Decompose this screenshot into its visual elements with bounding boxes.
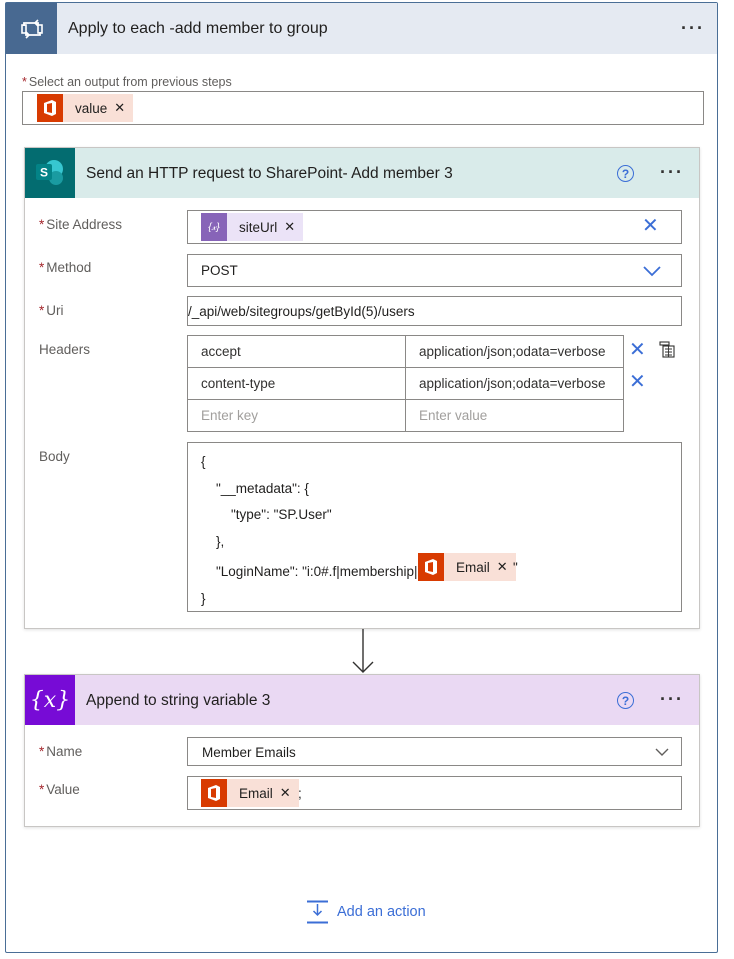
method-label: * Method — [39, 260, 91, 275]
site-address-field[interactable]: {𝓍} siteUrl ✕ ✕ — [187, 210, 682, 244]
uri-value: /_api/web/sitegroups/getById(5)/users — [188, 304, 415, 319]
body-editor[interactable]: { "__metadata": { "type": "SP.User" }, "… — [187, 442, 682, 612]
value-label-text: Value — [46, 782, 80, 797]
required-mark: * — [22, 75, 27, 89]
email-token-label: Email — [239, 785, 273, 801]
email-token[interactable]: Email ✕ — [201, 779, 299, 807]
office-icon — [37, 94, 63, 122]
add-action-button[interactable]: Add an action — [306, 900, 426, 924]
help-icon[interactable]: ? — [617, 165, 634, 182]
required-mark: * — [39, 744, 45, 759]
append-variable-card: {x} Append to string variable 3 ? ··· * N… — [24, 674, 700, 827]
required-mark: * — [39, 303, 45, 318]
http-card-title: Send an HTTP request to SharePoint- Add … — [86, 165, 453, 182]
body-line: } — [201, 591, 206, 606]
http-request-card: S Send an HTTP request to SharePoint- Ad… — [24, 147, 700, 629]
body-line: "__metadata": { — [216, 481, 309, 496]
body-line: }, — [216, 534, 225, 549]
value-token[interactable]: value ✕ — [37, 94, 134, 122]
more-options-icon[interactable]: ··· — [660, 690, 684, 708]
required-mark: * — [39, 217, 45, 232]
delete-row-icon[interactable]: ✕ — [629, 372, 646, 392]
apply-to-each-title: Apply to each -add member to group — [68, 20, 328, 37]
headers-label: Headers — [39, 342, 91, 357]
body-line: { — [201, 454, 206, 469]
uri-label: * Uri — [39, 303, 64, 318]
name-dropdown[interactable]: Member Emails — [187, 737, 682, 766]
select-output-label-text: Select an output from previous steps — [28, 75, 232, 89]
variable-card-title: Append to string variable 3 — [86, 692, 271, 709]
delete-row-icon[interactable]: ✕ — [629, 340, 646, 360]
remove-token-icon[interactable]: ✕ — [284, 219, 295, 235]
office-icon — [201, 779, 227, 807]
siteurl-token-label: siteUrl — [239, 219, 278, 235]
expression-icon: {𝓍} — [201, 213, 227, 241]
value-label: * Value — [39, 782, 80, 797]
more-options-icon[interactable]: ··· — [681, 19, 705, 37]
variable-icon-glyph: {x} — [29, 687, 71, 713]
uri-input[interactable]: /_api/web/sitegroups/getById(5)/users — [187, 296, 682, 326]
remove-token-icon[interactable]: ✕ — [497, 559, 508, 575]
add-action-icon — [307, 900, 328, 924]
chevron-down-icon — [655, 748, 669, 756]
name-label: * Name — [39, 744, 82, 759]
header-key-cell[interactable]: content-type — [187, 367, 406, 400]
more-options-icon[interactable]: ··· — [660, 163, 684, 181]
connector-arrow-icon — [352, 629, 374, 673]
switch-to-text-mode-icon[interactable] — [659, 341, 675, 358]
body-quote: " — [513, 560, 518, 575]
header-value-cell[interactable]: application/json;odata=verbose — [405, 335, 624, 368]
remove-token-icon[interactable]: ✕ — [280, 785, 291, 801]
add-action-label: Add an action — [337, 904, 426, 920]
loop-icon — [6, 3, 57, 54]
body-line: "LoginName": "i:0#.f|membership| — [216, 564, 418, 579]
uri-label-text: Uri — [46, 303, 64, 318]
siteurl-token[interactable]: {𝓍} siteUrl ✕ — [201, 213, 304, 241]
header-value-input[interactable]: Enter value — [405, 399, 624, 432]
clear-icon[interactable]: ✕ — [642, 216, 659, 236]
body-line: "type": "SP.User" — [231, 507, 332, 522]
value-field[interactable]: Email ✕ ; — [187, 776, 682, 810]
help-icon[interactable]: ? — [617, 692, 634, 709]
name-label-text: Name — [46, 744, 83, 759]
email-token[interactable]: Email ✕ — [418, 553, 516, 581]
site-address-label-text: Site Address — [46, 217, 123, 232]
method-label-text: Method — [46, 260, 92, 275]
select-output-label: * Select an output from previous steps — [22, 75, 232, 89]
site-address-label: * Site Address — [39, 217, 122, 232]
variable-icon: {x} — [25, 675, 75, 725]
body-label: Body — [39, 449, 70, 464]
value-suffix: ; — [298, 786, 302, 801]
svg-text:S: S — [40, 166, 48, 180]
sharepoint-icon: S — [25, 148, 75, 198]
apply-to-each-header[interactable]: Apply to each -add member to group ··· — [6, 3, 717, 54]
name-value: Member Emails — [202, 745, 296, 760]
http-card-header[interactable]: S Send an HTTP request to SharePoint- Ad… — [25, 148, 699, 198]
header-key-input[interactable]: Enter key — [187, 399, 406, 432]
required-mark: * — [39, 260, 45, 275]
method-value: POST — [201, 263, 238, 278]
remove-token-icon[interactable]: ✕ — [114, 100, 125, 116]
apply-to-each-container: Apply to each -add member to group ··· *… — [5, 2, 718, 953]
header-value-cell[interactable]: application/json;odata=verbose — [405, 367, 624, 400]
value-token-label: value — [75, 100, 108, 116]
office-icon — [418, 553, 444, 581]
variable-card-header[interactable]: {x} Append to string variable 3 ? ··· — [25, 675, 699, 725]
select-output-field[interactable]: value ✕ — [22, 91, 704, 125]
chevron-down-icon — [643, 266, 661, 277]
method-dropdown[interactable]: POST — [187, 254, 682, 287]
email-token-label: Email — [456, 559, 490, 575]
header-key-cell[interactable]: accept — [187, 335, 406, 368]
required-mark: * — [39, 782, 45, 797]
